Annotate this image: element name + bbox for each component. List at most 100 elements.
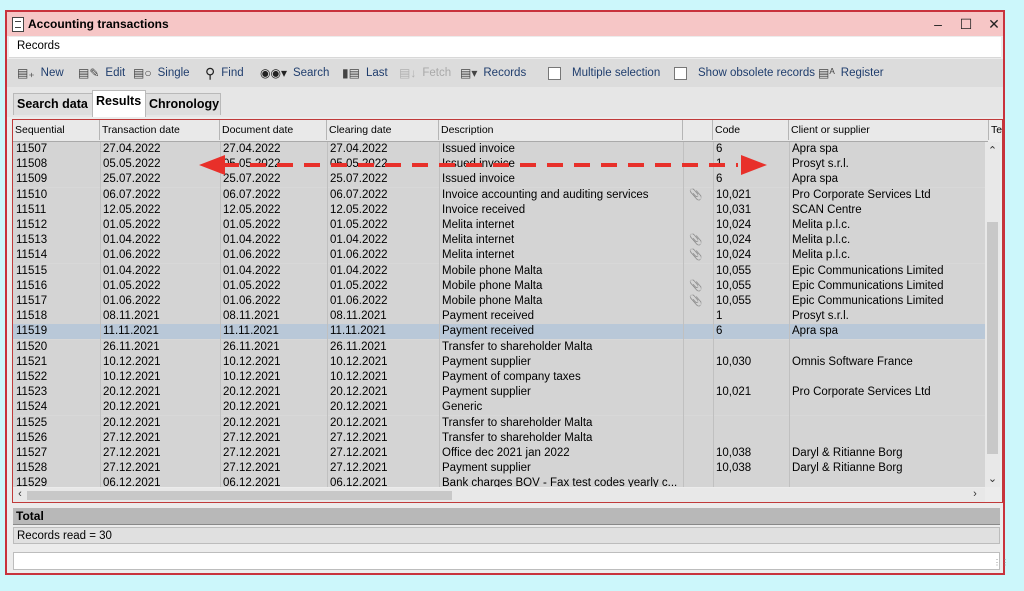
cell-ddate: 20.12.2021 bbox=[223, 386, 281, 399]
paperclip-icon[interactable]: 📎 bbox=[689, 279, 703, 294]
single-button[interactable]: ▤○ Single bbox=[133, 59, 190, 87]
cell-code: 10,055 bbox=[716, 279, 752, 292]
table-row[interactable]: 11516 01.05.2022 01.05.2022 01.05.2022 Mobil… bbox=[13, 278, 986, 294]
table-row[interactable]: 11523 20.12.2021 20.12.2021 20.12.2021 Payme… bbox=[13, 385, 986, 401]
cell-desc: Bank charges BOV - Fax test codes yearly… bbox=[442, 477, 678, 487]
cell-client: Omnis Software France bbox=[792, 355, 913, 368]
table-row[interactable]: 11513 01.04.2022 01.04.2022 01.04.2022 Melit… bbox=[13, 233, 986, 249]
cell-cdate: 01.05.2022 bbox=[330, 219, 388, 231]
horizontal-scroll-thumb[interactable] bbox=[27, 491, 452, 500]
cell-desc: Payment supplier bbox=[442, 355, 531, 368]
edit-record-icon: ▤✎ bbox=[78, 66, 100, 80]
multiple-selection-checkbox[interactable] bbox=[548, 66, 561, 80]
tab-search-data[interactable]: Search data bbox=[13, 93, 93, 115]
tab-results[interactable]: Results bbox=[92, 90, 146, 117]
table-row[interactable]: 11524 20.12.2021 20.12.2021 20.12.2021 Gener… bbox=[13, 400, 986, 416]
column-header-transaction-date[interactable]: Transaction date bbox=[100, 120, 220, 140]
column-header-client-supplier[interactable]: Client or supplier bbox=[789, 120, 989, 140]
tab-strip: Search data Results Chronology bbox=[7, 87, 1003, 117]
cell-client: Pro Corporate Services Ltd bbox=[792, 386, 931, 399]
cell-client bbox=[789, 340, 986, 355]
arrow-head-left bbox=[199, 155, 225, 175]
cell-client bbox=[789, 400, 986, 415]
cell-ddate: 01.05.2022 bbox=[223, 219, 281, 231]
column-header-te[interactable]: Te bbox=[989, 120, 1002, 140]
cell-client: Epic Communications Limited bbox=[792, 279, 944, 292]
cell-seq: 11510 bbox=[16, 188, 48, 201]
close-button[interactable]: ✕ bbox=[979, 14, 1009, 34]
paperclip-icon[interactable]: 📎 bbox=[689, 233, 703, 248]
table-row[interactable]: 11514 01.06.2022 01.06.2022 01.06.2022 Melit… bbox=[13, 248, 986, 264]
table-row[interactable]: 11510 06.07.2022 06.07.2022 06.07.2022 Invoi… bbox=[13, 187, 986, 203]
cell-client bbox=[789, 370, 986, 385]
show-obsolete-toggle[interactable]: Show obsolete records bbox=[674, 59, 815, 87]
edit-button[interactable]: ▤✎ Edit bbox=[78, 59, 125, 87]
cell-cdate: 10.12.2021 bbox=[330, 355, 388, 368]
column-header-code[interactable]: Code bbox=[713, 120, 789, 140]
table-row[interactable]: 11526 27.12.2021 27.12.2021 27.12.2021 Trans… bbox=[13, 430, 986, 446]
cell-seq: 11523 bbox=[16, 386, 48, 399]
minimize-button[interactable]: – bbox=[923, 14, 953, 34]
vertical-scrollbar[interactable]: ⌃ ⌄ bbox=[985, 142, 1000, 487]
table-row[interactable]: 11529 06.12.2021 06.12.2021 06.12.2021 Bank … bbox=[13, 476, 986, 487]
search-button[interactable]: ◉◉▾ Search bbox=[260, 59, 329, 87]
show-obsolete-checkbox[interactable] bbox=[674, 66, 687, 80]
resize-grip-icon[interactable]: ⋮⋮ bbox=[993, 559, 1009, 570]
table-row[interactable]: 11519 11.11.2021 11.11.2021 11.11.2021 Payme… bbox=[13, 324, 986, 340]
table-row[interactable]: 11515 01.04.2022 01.04.2022 01.04.2022 Mobil… bbox=[13, 263, 986, 279]
table-row[interactable]: 11528 27.12.2021 27.12.2021 27.12.2021 Payme… bbox=[13, 461, 986, 477]
cell-seq: 11529 bbox=[16, 477, 48, 487]
table-row[interactable]: 11517 01.06.2022 01.06.2022 01.06.2022 Mobil… bbox=[13, 294, 986, 309]
cell-cdate: 11.11.2021 bbox=[330, 325, 386, 338]
paperclip-icon[interactable]: 📎 bbox=[689, 294, 703, 309]
table-row[interactable]: 11518 08.11.2021 08.11.2021 08.11.2021 Payme… bbox=[13, 309, 986, 325]
column-header-clearing-date[interactable]: Clearing date bbox=[327, 120, 439, 140]
scroll-down-icon[interactable]: ⌄ bbox=[985, 472, 1000, 485]
results-grid: Sequential Transaction date Document dat… bbox=[12, 119, 1003, 503]
attachment-cell bbox=[683, 431, 713, 446]
cell-code: 1 bbox=[716, 310, 723, 323]
scroll-left-icon[interactable]: ‹ bbox=[14, 488, 26, 500]
column-header-sequential[interactable]: Sequential bbox=[13, 120, 100, 140]
last-button[interactable]: ▮▤ Last bbox=[342, 59, 388, 87]
new-label: New bbox=[40, 67, 64, 79]
paperclip-icon[interactable]: 📎 bbox=[689, 188, 703, 203]
tab-chronology[interactable]: Chronology bbox=[145, 93, 221, 115]
attachment-cell: 📎 bbox=[683, 248, 713, 263]
table-row[interactable]: 11520 26.11.2021 26.11.2021 26.11.2021 Trans… bbox=[13, 339, 986, 355]
column-header-description[interactable]: Description bbox=[439, 120, 683, 140]
binoculars-icon: ◉◉▾ bbox=[260, 66, 287, 80]
scroll-up-icon[interactable]: ⌃ bbox=[985, 144, 1000, 157]
cell-cdate: 20.12.2021 bbox=[330, 401, 388, 414]
cell-code bbox=[713, 370, 789, 385]
multiple-selection-toggle[interactable]: Multiple selection bbox=[548, 59, 660, 87]
cell-tdate: 01.06.2022 bbox=[103, 295, 161, 307]
vertical-scroll-thumb[interactable] bbox=[987, 222, 998, 454]
show-obsolete-label: Show obsolete records bbox=[698, 67, 815, 79]
new-button[interactable]: ▤₊ New bbox=[17, 59, 64, 87]
column-header-attachment[interactable] bbox=[683, 120, 713, 140]
find-button[interactable]: ⚲ Find bbox=[205, 59, 244, 87]
horizontal-scrollbar[interactable]: ‹ › bbox=[13, 488, 985, 502]
records-label: Records bbox=[483, 67, 527, 79]
table-row[interactable]: 11525 20.12.2021 20.12.2021 20.12.2021 Trans… bbox=[13, 415, 986, 431]
maximize-button[interactable]: ☐ bbox=[951, 14, 981, 34]
grid-header: Sequential Transaction date Document dat… bbox=[13, 120, 1002, 142]
table-row[interactable]: 11512 01.05.2022 01.05.2022 01.05.2022 Melit… bbox=[13, 218, 986, 233]
column-header-document-date[interactable]: Document date bbox=[220, 120, 327, 140]
cell-seq: 11512 bbox=[16, 219, 48, 231]
fetch-button[interactable]: ▤↓ Fetch bbox=[399, 59, 451, 87]
cell-ddate: 01.05.2022 bbox=[223, 279, 281, 292]
table-row[interactable]: 11522 10.12.2021 10.12.2021 10.12.2021 Payme… bbox=[13, 370, 986, 385]
new-record-icon: ▤₊ bbox=[17, 66, 35, 80]
attachment-cell bbox=[683, 370, 713, 385]
title-bar[interactable]: Accounting transactions – ☐ ✕ bbox=[7, 12, 1003, 36]
menu-records[interactable]: Records bbox=[17, 40, 60, 52]
table-row[interactable]: 11521 10.12.2021 10.12.2021 10.12.2021 Payme… bbox=[13, 354, 986, 370]
register-button[interactable]: ▤ᴬ Register bbox=[818, 59, 884, 87]
table-row[interactable]: 11511 12.05.2022 12.05.2022 12.05.2022 Invoi… bbox=[13, 202, 986, 218]
paperclip-icon[interactable]: 📎 bbox=[689, 248, 703, 263]
records-dropdown[interactable]: ▤▾ Records bbox=[460, 59, 526, 87]
scroll-right-icon[interactable]: › bbox=[969, 488, 981, 500]
table-row[interactable]: 11527 27.12.2021 27.12.2021 27.12.2021 Offic… bbox=[13, 446, 986, 461]
